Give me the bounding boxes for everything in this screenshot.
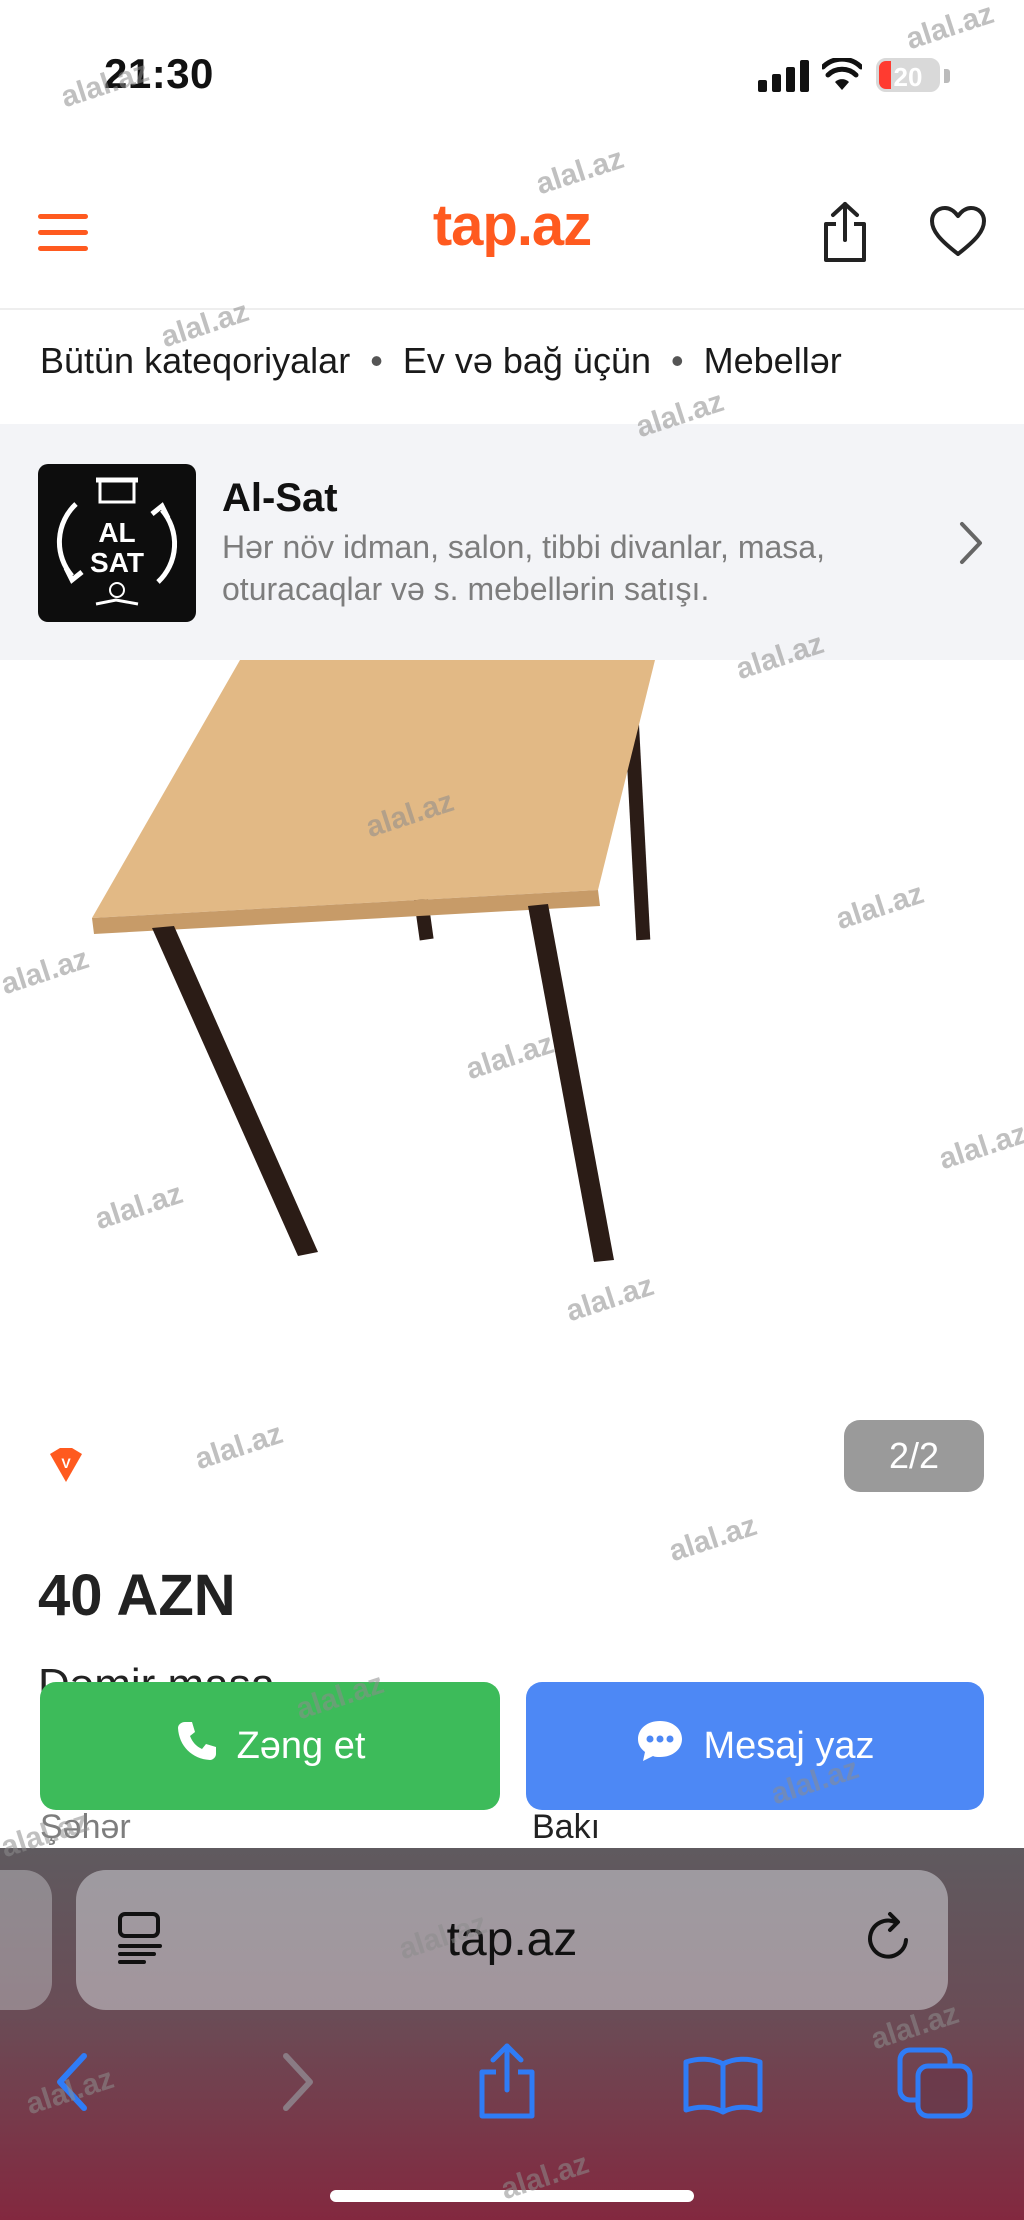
address-bar[interactable]: tap.az: [76, 1870, 948, 2010]
site-header: tap.az: [0, 170, 1024, 310]
bookmarks-icon[interactable]: [682, 2054, 764, 2121]
table-image: [92, 660, 655, 1262]
shop-description: Hər növ idman, salon, tibbi divanlar, ma…: [222, 529, 825, 607]
browser-nav-row: [0, 2028, 1024, 2148]
city-value: Bakı: [532, 1808, 601, 1846]
breadcrumb-item-home-garden[interactable]: Ev və bağ üçün: [403, 340, 651, 381]
previous-tab-preview[interactable]: [0, 1870, 52, 2010]
shop-name: Al-Sat: [222, 476, 338, 520]
breadcrumb: Bütün kateqoriyalar • Ev və bağ üçün • M…: [40, 340, 842, 382]
breadcrumb-item-furniture[interactable]: Mebellər: [704, 340, 842, 381]
call-button-label: Zəng et: [236, 1724, 366, 1767]
tabs-icon[interactable]: [896, 2046, 974, 2125]
breadcrumb-item-all-categories[interactable]: Bütün kateqoriyalar: [40, 340, 350, 381]
breadcrumb-separator: •: [370, 340, 383, 381]
image-counter: 2/2: [844, 1420, 984, 1492]
listing-price: 40 AZN: [38, 1563, 236, 1628]
shop-logo: AL SAT: [38, 464, 196, 622]
reload-icon[interactable]: [862, 1910, 916, 1971]
vip-badge-icon: V: [46, 1448, 86, 1489]
url-text[interactable]: tap.az: [76, 1912, 948, 1967]
wifi-icon: [820, 56, 864, 97]
breadcrumb-separator: •: [671, 340, 684, 381]
chat-bubble-icon: [635, 1718, 685, 1774]
battery-nub: [944, 69, 950, 83]
watermark: alal.az: [664, 1508, 761, 1569]
call-button[interactable]: Zəng et: [40, 1682, 500, 1810]
shop-logo-text: AL SAT: [90, 517, 144, 578]
svg-text:V: V: [61, 1455, 71, 1471]
shop-banner[interactable]: AL SAT Al-Sat Hər növ idman, salon, tibb…: [0, 424, 1024, 660]
listing-photo[interactable]: [0, 660, 1024, 1500]
message-button[interactable]: Mesaj yaz: [526, 1682, 984, 1810]
battery-icon: 20: [876, 58, 940, 92]
favorite-heart-icon[interactable]: [928, 204, 988, 263]
page: 21:30 20 tap.az Bütün kateqoriyalar • Ev…: [0, 0, 1024, 2220]
chevron-right-icon: [956, 518, 986, 573]
phone-icon: [175, 1719, 219, 1773]
battery-level: 20: [893, 62, 923, 92]
status-bar: 21:30 20: [0, 0, 1024, 140]
share-icon[interactable]: [818, 200, 872, 269]
forward-icon[interactable]: [278, 2050, 318, 2119]
share-icon[interactable]: [474, 2042, 540, 2125]
cellular-signal-icon: [758, 60, 812, 92]
